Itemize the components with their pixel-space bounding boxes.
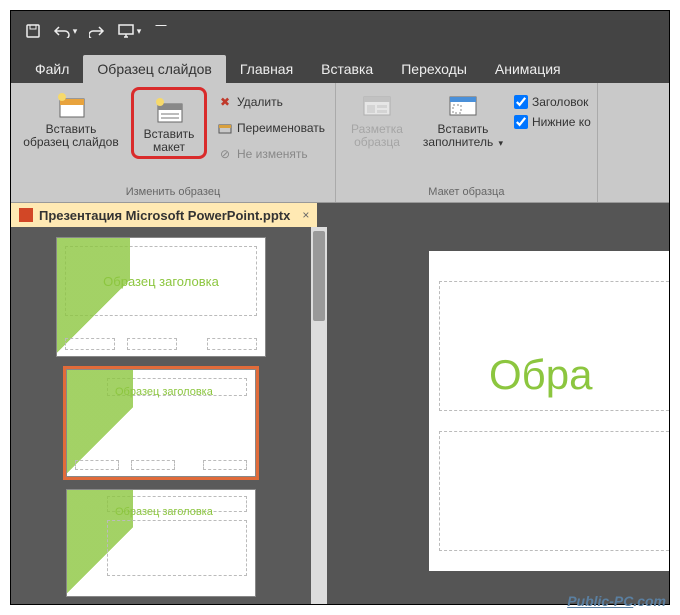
delete-button[interactable]: ✖ Удалить bbox=[213, 91, 329, 113]
thumbnail-title: Образец заголовка bbox=[65, 274, 257, 289]
label: Вставить bbox=[144, 127, 195, 141]
label: Нижние ко bbox=[532, 115, 591, 129]
chevron-down-icon: ▾ bbox=[73, 26, 78, 37]
label: Переименовать bbox=[237, 121, 325, 135]
close-document-button[interactable]: × bbox=[302, 208, 309, 222]
chevron-down-icon: ▾ bbox=[499, 138, 504, 148]
rename-button[interactable]: Переименовать bbox=[213, 117, 329, 139]
save-icon bbox=[25, 23, 41, 39]
preserve-icon: ⊘ bbox=[217, 146, 233, 162]
master-thumbnail[interactable]: Образец заголовка bbox=[56, 237, 266, 357]
insert-slide-master-button[interactable]: Вставитьобразец слайдов bbox=[17, 87, 125, 149]
delete-icon: ✖ bbox=[217, 94, 233, 110]
ribbon: Вставитьобразец слайдов Вставитьмакет ✖ … bbox=[11, 83, 669, 203]
title-checkbox[interactable] bbox=[514, 95, 528, 109]
chevron-down-icon: ▾ bbox=[137, 26, 142, 37]
ribbon-tabs: Файл Образец слайдов Главная Вставка Пер… bbox=[11, 51, 669, 83]
slideshow-button[interactable]: ▾ bbox=[115, 17, 143, 45]
slide-master-preview[interactable]: Обра bbox=[429, 251, 669, 571]
label: Не изменять bbox=[237, 147, 308, 161]
title-bar: ▾ ▾ ⎺ bbox=[11, 11, 669, 51]
thumbnail-title: Образец заголовка bbox=[115, 506, 247, 518]
footers-checkbox-row[interactable]: Нижние ко bbox=[514, 115, 591, 129]
ribbon-group-edit-master: Вставитьобразец слайдов Вставитьмакет ✖ … bbox=[11, 83, 336, 202]
label: Вставить bbox=[46, 122, 97, 136]
slide-title-placeholder[interactable]: Обра bbox=[489, 351, 592, 399]
tab-animations[interactable]: Анимация bbox=[481, 55, 575, 83]
ribbon-group-master-layout: Разметкаобразца Вставитьзаполнитель ▾ За… bbox=[336, 83, 598, 202]
slideshow-icon bbox=[117, 23, 135, 39]
insert-placeholder-button[interactable]: Вставитьзаполнитель ▾ bbox=[418, 87, 508, 149]
redo-button[interactable] bbox=[83, 17, 111, 45]
master-layout-icon bbox=[360, 91, 394, 121]
insert-layout-icon bbox=[152, 96, 186, 126]
workspace: Образец заголовка Образец заголовка bbox=[11, 227, 669, 604]
layout-thumbnail-1[interactable]: Образец заголовка bbox=[66, 369, 256, 477]
label: Заголовок bbox=[532, 95, 588, 109]
rename-icon bbox=[217, 120, 233, 136]
qat-customize[interactable]: ⎺ bbox=[147, 17, 175, 45]
group-label: Макет образца bbox=[342, 184, 591, 202]
app-window: ▾ ▾ ⎺ Файл Образец слайдов Главная Встав… bbox=[10, 10, 670, 605]
label: образец слайдов bbox=[23, 135, 118, 149]
preserve-button: ⊘ Не изменять bbox=[213, 143, 329, 165]
powerpoint-icon bbox=[19, 208, 33, 222]
thumbnail-scrollbar[interactable] bbox=[311, 227, 327, 604]
insert-layout-button[interactable]: Вставитьмакет bbox=[136, 92, 202, 154]
label: заполнитель bbox=[423, 135, 493, 149]
highlight-annotation: Вставитьмакет bbox=[131, 87, 207, 159]
document-tab[interactable]: Презентация Microsoft PowerPoint.pptx × bbox=[11, 203, 317, 227]
redo-icon bbox=[89, 24, 105, 38]
label: образца bbox=[354, 135, 400, 149]
label: Удалить bbox=[237, 95, 283, 109]
label: макет bbox=[153, 140, 185, 154]
footers-checkbox[interactable] bbox=[514, 115, 528, 129]
label: Разметка bbox=[351, 122, 403, 136]
insert-placeholder-icon bbox=[446, 91, 480, 121]
tab-insert[interactable]: Вставка bbox=[307, 55, 387, 83]
thumbnail-pane[interactable]: Образец заголовка Образец заголовка bbox=[11, 227, 311, 604]
save-button[interactable] bbox=[19, 17, 47, 45]
tab-transitions[interactable]: Переходы bbox=[387, 55, 481, 83]
document-filename: Презентация Microsoft PowerPoint.pptx bbox=[39, 208, 290, 223]
undo-button[interactable]: ▾ bbox=[51, 17, 79, 45]
title-checkbox-row[interactable]: Заголовок bbox=[514, 95, 591, 109]
insert-slide-master-icon bbox=[54, 91, 88, 121]
tab-slide-master[interactable]: Образец слайдов bbox=[83, 55, 225, 83]
layout-thumbnail-2[interactable]: Образец заголовка bbox=[66, 489, 256, 597]
document-area: Презентация Microsoft PowerPoint.pptx × … bbox=[11, 203, 669, 604]
tab-home[interactable]: Главная bbox=[226, 55, 307, 83]
undo-icon bbox=[53, 24, 71, 38]
label: Вставить bbox=[438, 122, 489, 136]
group-label: Изменить образец bbox=[17, 184, 329, 202]
master-layout-button: Разметкаобразца bbox=[342, 87, 412, 149]
slide-canvas[interactable]: Обра bbox=[327, 227, 669, 604]
scrollbar-handle[interactable] bbox=[313, 231, 325, 321]
tab-file[interactable]: Файл bbox=[21, 55, 83, 83]
thumbnail-title: Образец заголовка bbox=[115, 386, 247, 398]
